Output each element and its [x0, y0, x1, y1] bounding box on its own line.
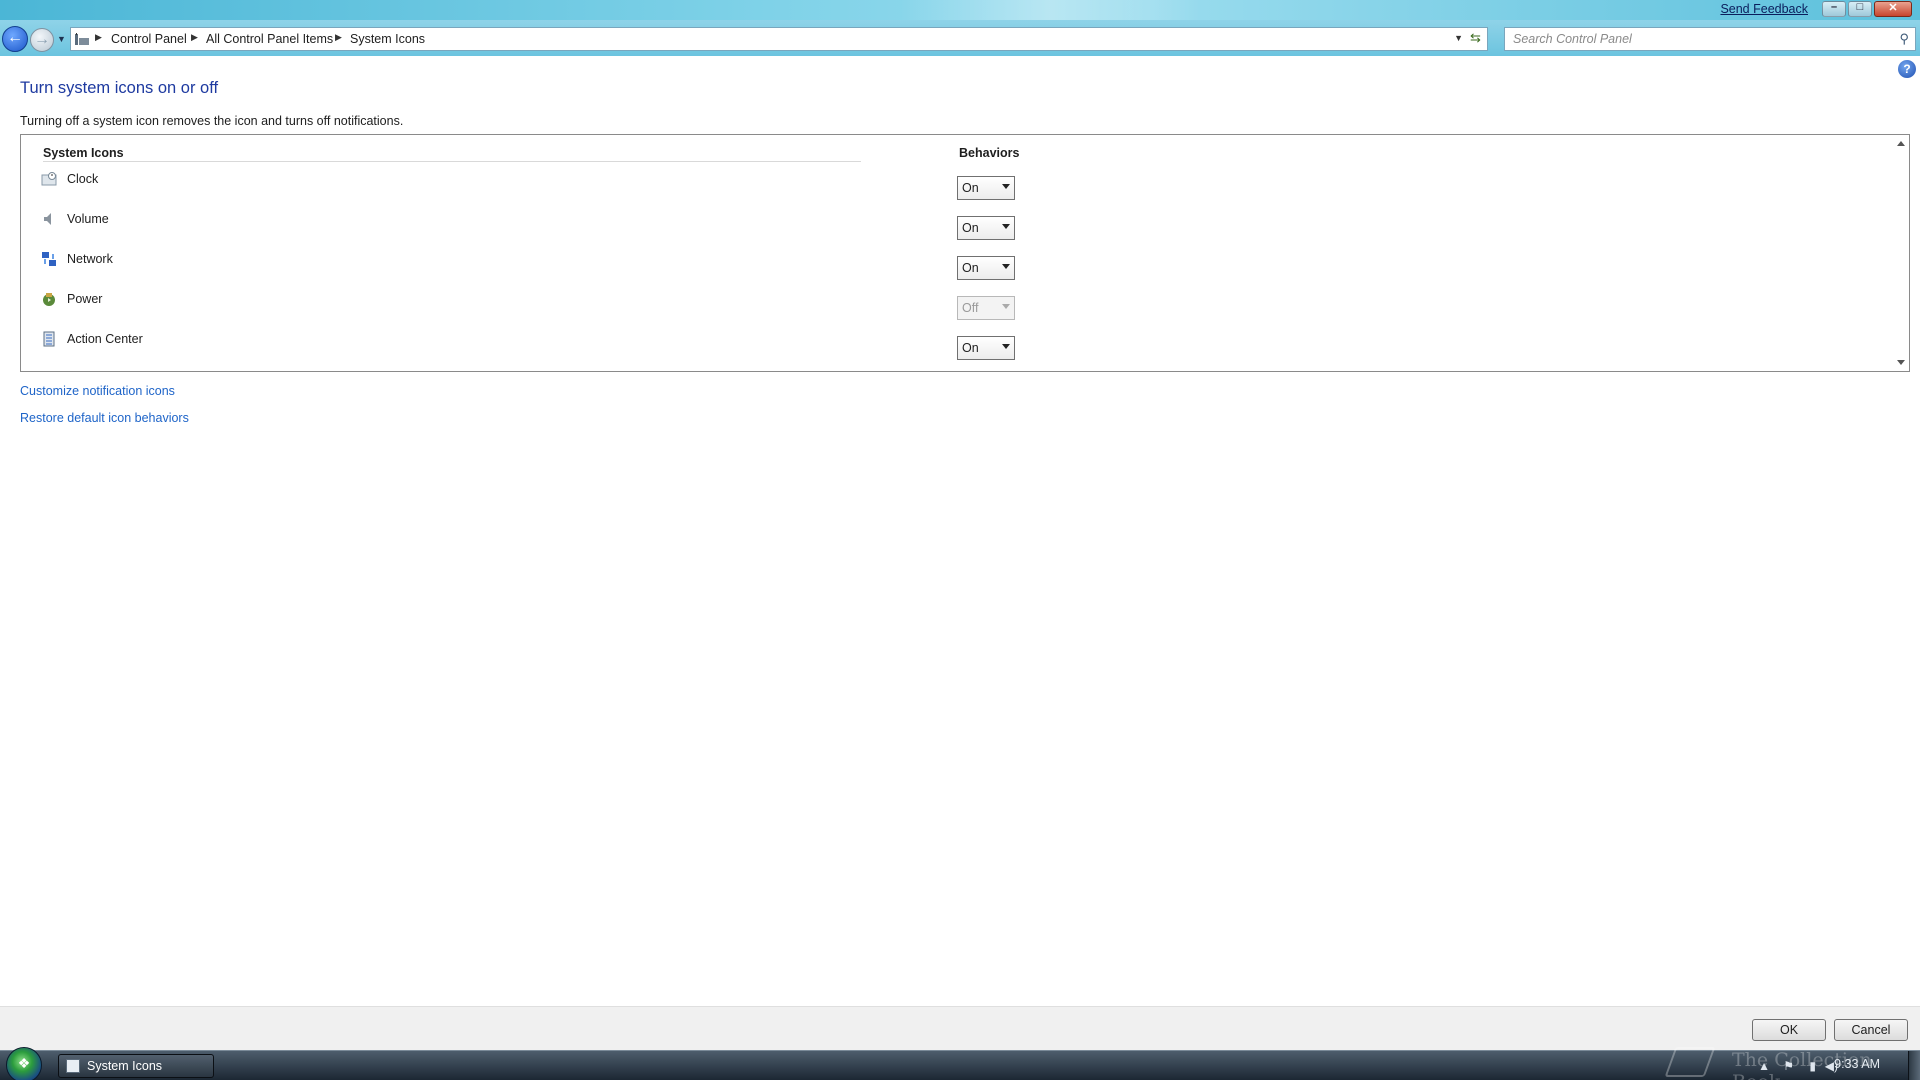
- breadcrumb-separator[interactable]: ▶: [95, 32, 102, 43]
- chevron-down-icon: [1002, 264, 1010, 269]
- search-placeholder: Search Control Panel: [1513, 32, 1632, 46]
- search-input[interactable]: Search Control Panel ⚲: [1504, 27, 1916, 51]
- search-icon[interactable]: ⚲: [1899, 31, 1909, 47]
- row-label-volume: Volume: [67, 212, 109, 226]
- window-icon: [66, 1059, 80, 1073]
- column-header-system-icons[interactable]: System Icons: [43, 146, 124, 160]
- clock-behavior-value: On: [962, 181, 979, 195]
- address-bar[interactable]: ▶ Control Panel ▶ All Control Panel Item…: [70, 27, 1468, 51]
- action-center-behavior-select[interactable]: On: [957, 336, 1015, 360]
- navigation-bar: ← → ▼ ▶ Control Panel ▶ All Control Pane…: [0, 20, 1920, 56]
- chevron-down-icon: [1002, 224, 1010, 229]
- power-behavior-select: Off: [957, 296, 1015, 320]
- row-label-clock: Clock: [67, 172, 99, 186]
- close-button[interactable]: ✕: [1874, 1, 1912, 17]
- address-dropdown-icon[interactable]: ▼: [1454, 33, 1463, 43]
- list-item-clock: Clock On: [21, 166, 1891, 206]
- refresh-icon: ⇆: [1470, 30, 1481, 45]
- title-bar: Send Feedback – □ ✕: [0, 0, 1920, 20]
- list-item-network: Network On: [21, 246, 1891, 286]
- scroll-up-icon[interactable]: [1897, 141, 1905, 146]
- customize-notification-icons-link[interactable]: Customize notification icons: [20, 384, 175, 398]
- show-hidden-icons-arrow[interactable]: ▲: [1758, 1059, 1770, 1073]
- clock-behavior-select[interactable]: On: [957, 176, 1015, 200]
- network-icon: [42, 252, 56, 266]
- main-content: ? Turn system icons on or off Turning of…: [0, 56, 1920, 1006]
- power-icon: [43, 293, 55, 306]
- glass-highlight: [900, 0, 1200, 20]
- page-description: Turning off a system icon removes the ic…: [20, 114, 404, 128]
- list-item-volume: Volume On: [21, 206, 1891, 246]
- cancel-button[interactable]: Cancel: [1834, 1019, 1908, 1041]
- windows-logo-icon: ❖: [17, 1055, 31, 1071]
- taskbar-item-system-icons[interactable]: System Icons: [58, 1054, 214, 1078]
- chevron-down-icon: [1002, 344, 1010, 349]
- back-button[interactable]: ←: [2, 26, 28, 52]
- maximize-button[interactable]: □: [1848, 1, 1872, 17]
- breadcrumb-all-items[interactable]: All Control Panel Items: [206, 32, 333, 46]
- power-behavior-value: Off: [962, 301, 979, 315]
- column-header-divider: [43, 161, 861, 162]
- list-item-power: Power Off: [21, 286, 1891, 326]
- row-label-network: Network: [67, 252, 113, 266]
- row-label-power: Power: [67, 292, 103, 306]
- network-tray-icon[interactable]: ▮: [1809, 1059, 1816, 1073]
- chevron-down-icon: [1002, 304, 1010, 309]
- list-item-action-center: Action Center On: [21, 326, 1891, 366]
- minimize-button[interactable]: –: [1822, 1, 1846, 17]
- scroll-down-icon[interactable]: [1897, 360, 1905, 365]
- recent-pages-dropdown[interactable]: ▼: [57, 34, 66, 44]
- help-icon[interactable]: ?: [1898, 60, 1916, 78]
- tray-clock[interactable]: 9:33 AM: [1834, 1057, 1880, 1071]
- action-center-tray-icon[interactable]: ⚑: [1783, 1059, 1794, 1073]
- taskbar: ❖ System Icons The Collection Book ▲ ⚑ ▮…: [0, 1047, 1920, 1080]
- action-center-behavior-value: On: [962, 341, 979, 355]
- ok-button[interactable]: OK: [1752, 1019, 1826, 1041]
- breadcrumb-separator[interactable]: ▶: [335, 32, 342, 43]
- system-icons-list: System Icons Behaviors Clock On Volume O…: [20, 134, 1910, 372]
- clock-icon: [41, 172, 57, 186]
- back-arrow-icon: ←: [7, 29, 23, 46]
- refresh-button[interactable]: ⇆: [1466, 27, 1488, 51]
- list-scrollbar[interactable]: [1893, 135, 1909, 371]
- row-label-action-center: Action Center: [67, 332, 143, 346]
- show-desktop-button[interactable]: [1908, 1051, 1920, 1080]
- watermark-book-icon: [1664, 1047, 1716, 1077]
- page-title: Turn system icons on or off: [20, 79, 219, 97]
- taskbar-item-label: System Icons: [87, 1059, 163, 1073]
- close-icon: ✕: [1888, 2, 1898, 14]
- breadcrumb-separator[interactable]: ▶: [191, 32, 198, 43]
- dialog-button-strip: OK Cancel: [0, 1006, 1920, 1050]
- send-feedback-link[interactable]: Send Feedback: [1720, 2, 1808, 16]
- maximize-icon: □: [1856, 1, 1864, 13]
- control-panel-icon: [75, 33, 89, 45]
- network-behavior-select[interactable]: On: [957, 256, 1015, 280]
- chevron-down-icon: [1002, 184, 1010, 189]
- network-behavior-value: On: [962, 261, 979, 275]
- column-header-behaviors[interactable]: Behaviors: [959, 146, 1019, 160]
- action-center-icon: [43, 331, 55, 347]
- forward-button[interactable]: →: [30, 28, 54, 52]
- volume-icon: [44, 213, 51, 225]
- volume-behavior-value: On: [962, 221, 979, 235]
- volume-behavior-select[interactable]: On: [957, 216, 1015, 240]
- forward-arrow-icon: →: [34, 31, 50, 48]
- minimize-icon: –: [1830, 1, 1838, 13]
- restore-default-behaviors-link[interactable]: Restore default icon behaviors: [20, 411, 189, 425]
- start-button[interactable]: ❖: [6, 1047, 42, 1080]
- breadcrumb-control-panel[interactable]: Control Panel: [111, 32, 187, 46]
- breadcrumb-system-icons[interactable]: System Icons: [350, 32, 425, 46]
